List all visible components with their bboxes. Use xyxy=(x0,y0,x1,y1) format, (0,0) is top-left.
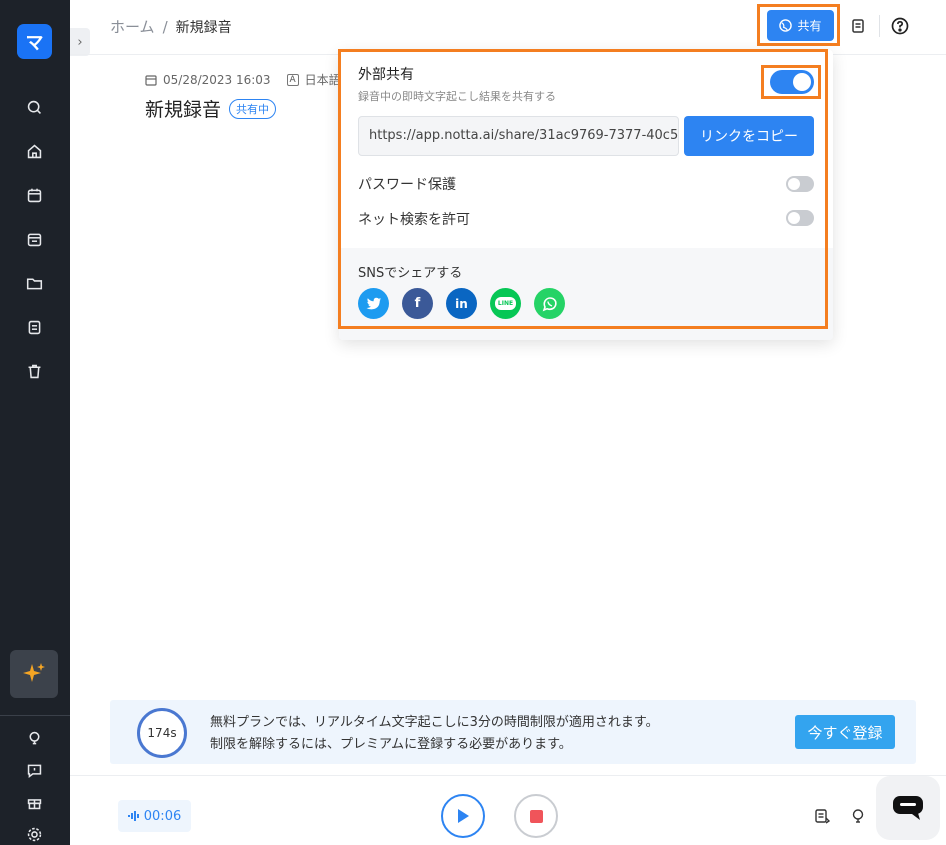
calendar-edit-icon[interactable] xyxy=(24,185,44,205)
share-panel-highlight xyxy=(338,49,828,329)
elapsed-time: 00:06 xyxy=(118,800,191,832)
play-button[interactable] xyxy=(441,794,485,838)
logo-glyph: マ xyxy=(25,32,44,54)
insight-icon[interactable] xyxy=(848,806,868,826)
settings-icon[interactable] xyxy=(24,824,44,844)
breadcrumb-current: 新規録音 xyxy=(175,19,232,36)
stop-button[interactable] xyxy=(514,794,558,838)
calendar-icon xyxy=(145,74,157,86)
stop-icon xyxy=(529,809,543,823)
record-language: 日本語 xyxy=(304,73,341,87)
share-button-highlight xyxy=(757,4,840,46)
elapsed-time-value: 00:06 xyxy=(143,808,182,824)
player-bar: 00:06 xyxy=(70,775,946,845)
play-icon xyxy=(458,809,469,823)
page-title[interactable]: 新規録音 xyxy=(145,95,221,122)
lightbulb-icon[interactable] xyxy=(24,728,44,748)
waveform-icon xyxy=(127,811,139,821)
language-icon: A xyxy=(286,73,299,86)
sidebar: マ xyxy=(0,0,70,845)
document-icon[interactable] xyxy=(24,317,44,337)
breadcrumb-home[interactable]: ホーム xyxy=(110,16,155,37)
notice-text: 無料プランでは、リアルタイム文字起こしに3分の時間制限が適用されます。 制限を解… xyxy=(210,712,659,756)
search-icon[interactable] xyxy=(24,97,44,117)
breadcrumb: ホーム / 新規録音 xyxy=(110,16,232,37)
record-date: 05/28/2023 16:03 xyxy=(163,72,271,87)
calendar-icon[interactable] xyxy=(24,229,44,249)
summary-icon[interactable] xyxy=(812,806,832,826)
header-divider xyxy=(879,15,880,37)
time-limit-timer: 174s xyxy=(137,708,187,758)
app-logo[interactable]: マ xyxy=(17,24,52,59)
sparkle-icon xyxy=(23,663,45,682)
chat-support-button[interactable] xyxy=(876,776,940,840)
sidebar-divider xyxy=(0,715,70,716)
chat-icon xyxy=(893,796,923,820)
toggle-highlight xyxy=(761,65,821,99)
record-meta: 05/28/2023 16:03 A 日本語 xyxy=(145,71,341,88)
free-plan-notice: 174s 無料プランでは、リアルタイム文字起こしに3分の時間制限が適用されます。… xyxy=(110,700,916,764)
folder-icon[interactable] xyxy=(24,273,44,293)
notice-line-2: 制限を解除するには、プレミアムに登録する必要があります。 xyxy=(210,737,572,752)
trash-icon[interactable] xyxy=(24,361,44,381)
ai-assistant-button[interactable] xyxy=(10,650,58,698)
notes-icon[interactable] xyxy=(848,16,868,36)
home-icon[interactable] xyxy=(24,141,44,161)
record-title-row: 新規録音 共有中 xyxy=(145,95,277,122)
register-now-button[interactable]: 今すぐ登録 xyxy=(795,715,895,749)
feedback-icon[interactable] xyxy=(24,760,44,780)
notice-line-1: 無料プランでは、リアルタイム文字起こしに3分の時間制限が適用されます。 xyxy=(210,715,659,730)
timer-value: 174s xyxy=(147,726,177,740)
breadcrumb-separator: / xyxy=(162,17,168,36)
status-badge: 共有中 xyxy=(229,98,277,119)
gift-icon[interactable] xyxy=(24,792,44,812)
help-icon[interactable] xyxy=(890,16,910,36)
